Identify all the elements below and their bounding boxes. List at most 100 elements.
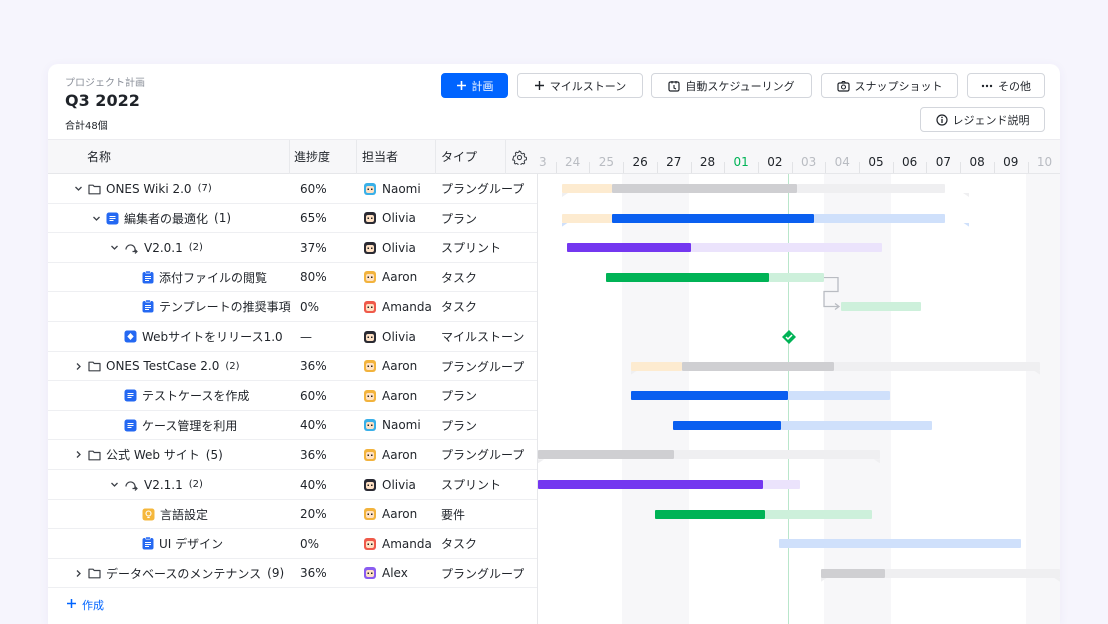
item-name[interactable]: ケース管理を利用 [142,417,237,434]
table-row[interactable]: データベースのメンテナンス (9) 36% Alex プラングループ [48,559,537,589]
gantt-bar[interactable] [538,480,763,489]
dependency-arrow[interactable] [821,276,851,317]
owner-cell[interactable]: Aaron [364,440,417,469]
breadcrumb[interactable]: プロジェクト計画 [65,74,145,89]
column-header-progress[interactable]: 進捗度 [294,140,330,174]
owner-cell[interactable]: Aaron [364,352,417,381]
column-header-type[interactable]: タイプ [441,140,477,174]
column-divider[interactable] [435,140,436,174]
chevron-right-icon[interactable] [74,569,83,578]
gantt-bar[interactable] [612,213,814,223]
owner-cell[interactable]: Olivia [364,470,416,499]
table-row[interactable]: UI デザイン 0% Amanda タスク [48,529,537,559]
owner-cell[interactable]: Amanda [364,292,432,321]
gantt-bar[interactable] [655,509,765,519]
snapshot-button[interactable]: スナップショット [821,73,958,98]
gantt-bar[interactable] [567,243,691,253]
gantt-bar[interactable] [673,420,781,430]
gantt-bar[interactable] [781,420,932,430]
avatar [364,508,376,521]
gantt-bar[interactable] [769,272,824,282]
chevron-down-icon[interactable] [92,214,101,223]
more-button[interactable]: その他 [967,73,1045,98]
table-row[interactable]: ONES TestCase 2.0 (2) 36% Aaron プラングループ [48,352,537,382]
owner-name: Naomi [382,181,421,196]
table-row[interactable]: Webサイトをリリース1.0 — Olivia マイルストーン [48,322,537,352]
legend-button[interactable]: レジェンド説明 [920,107,1045,132]
gantt-bar[interactable] [682,361,834,371]
gantt-bar[interactable] [841,302,921,312]
owner-cell[interactable]: Amanda [364,529,432,558]
chevron-right-icon[interactable] [74,362,83,371]
gantt-bar[interactable] [606,272,769,282]
owner-cell[interactable]: Alex [364,559,408,588]
column-header-name[interactable]: 名称 [87,140,111,174]
table-row[interactable]: 添付ファイルの閲覧 80% Aaron タスク [48,263,537,293]
column-divider[interactable] [289,140,290,174]
chevron-right-icon[interactable] [74,450,83,459]
gantt-bar[interactable] [674,450,880,460]
create-button[interactable]: 作成 [66,597,104,613]
column-header-owner[interactable]: 担当者 [362,140,398,174]
owner-cell[interactable]: Olivia [364,233,416,262]
owner-name: Aaron [382,388,418,403]
gantt-bar[interactable] [885,568,1060,578]
add-milestone-button[interactable]: マイルストーン [517,73,643,98]
gantt-bar[interactable] [834,361,1040,371]
table-row[interactable]: 編集者の最適化 (1) 65% Olivia プラン [48,204,537,234]
table-row[interactable]: 言語設定 20% Aaron 要件 [48,500,537,530]
owner-cell[interactable]: Olivia [364,322,416,351]
item-name[interactable]: Webサイトをリリース1.0 [142,328,283,345]
item-name[interactable]: UI デザイン [159,535,223,552]
gantt-bar[interactable] [631,391,788,401]
owner-cell[interactable]: Naomi [364,174,421,203]
owner-cell[interactable]: Aaron [364,500,417,529]
gantt-bar[interactable] [612,184,797,193]
table-row[interactable]: V2.1.1 (2) 40% Olivia スプリント [48,470,537,500]
gantt-bar[interactable] [814,213,945,223]
gantt-bar[interactable] [562,213,612,223]
table-row[interactable]: 公式 Web サイト (5) 36% Aaron プラングループ [48,440,537,470]
item-name[interactable]: ONES Wiki 2.0 [106,182,192,196]
gantt-bar[interactable] [538,450,674,460]
item-name[interactable]: テストケースを作成 [142,387,249,404]
table-row[interactable]: テンプレートの推奨事項 0% Amanda タスク [48,292,537,322]
item-name[interactable]: ONES TestCase 2.0 [106,359,219,373]
chevron-down-icon[interactable] [74,184,83,193]
gantt-bar[interactable] [691,243,882,253]
milestone-diamond-icon[interactable] [781,329,797,345]
gantt-bar[interactable] [821,568,885,578]
owner-cell[interactable]: Naomi [364,411,421,440]
column-divider[interactable] [356,140,357,174]
gantt-bar[interactable] [779,539,1021,549]
auto-schedule-button[interactable]: 自動スケジューリング [651,73,812,98]
chevron-down-icon[interactable] [110,480,119,489]
progress-cell: 40% [300,477,327,492]
item-name[interactable]: 添付ファイルの閲覧 [159,269,267,286]
table-row[interactable]: テストケースを作成 60% Aaron プラン [48,381,537,411]
owner-cell[interactable]: Olivia [364,204,416,233]
item-name[interactable]: V2.0.1 [144,241,183,255]
item-name[interactable]: 編集者の最適化 [124,210,208,227]
add-plan-button[interactable]: 計画 [441,73,508,98]
gantt-bar[interactable] [797,184,945,193]
item-name[interactable]: テンプレートの推奨事項 [159,298,291,315]
item-name[interactable]: V2.1.1 [144,478,183,492]
column-divider[interactable] [505,140,506,174]
table-row[interactable]: ケース管理を利用 40% Naomi プラン [48,411,537,441]
owner-cell[interactable]: Aaron [364,381,417,410]
owner-cell[interactable]: Aaron [364,263,417,292]
gantt-bar[interactable] [562,184,612,193]
gantt-bar[interactable] [788,391,890,401]
item-name[interactable]: データベースのメンテナンス [106,565,261,582]
gantt-bar[interactable] [631,361,682,371]
gantt-chart[interactable]: 23 24 25 26 27 28 01 02 03 04 05 06 07 08 09 10 [538,140,1060,624]
item-name[interactable]: 公式 Web サイト [106,446,200,463]
table-row[interactable]: ONES Wiki 2.0 (7) 60% Naomi プラングループ [48,174,537,204]
gantt-bar[interactable] [763,480,800,489]
table-row[interactable]: V2.0.1 (2) 37% Olivia スプリント [48,233,537,263]
settings-gear-icon[interactable] [511,150,528,169]
gantt-bar[interactable] [765,509,872,519]
chevron-down-icon[interactable] [110,243,119,252]
item-name[interactable]: 言語設定 [160,506,208,523]
